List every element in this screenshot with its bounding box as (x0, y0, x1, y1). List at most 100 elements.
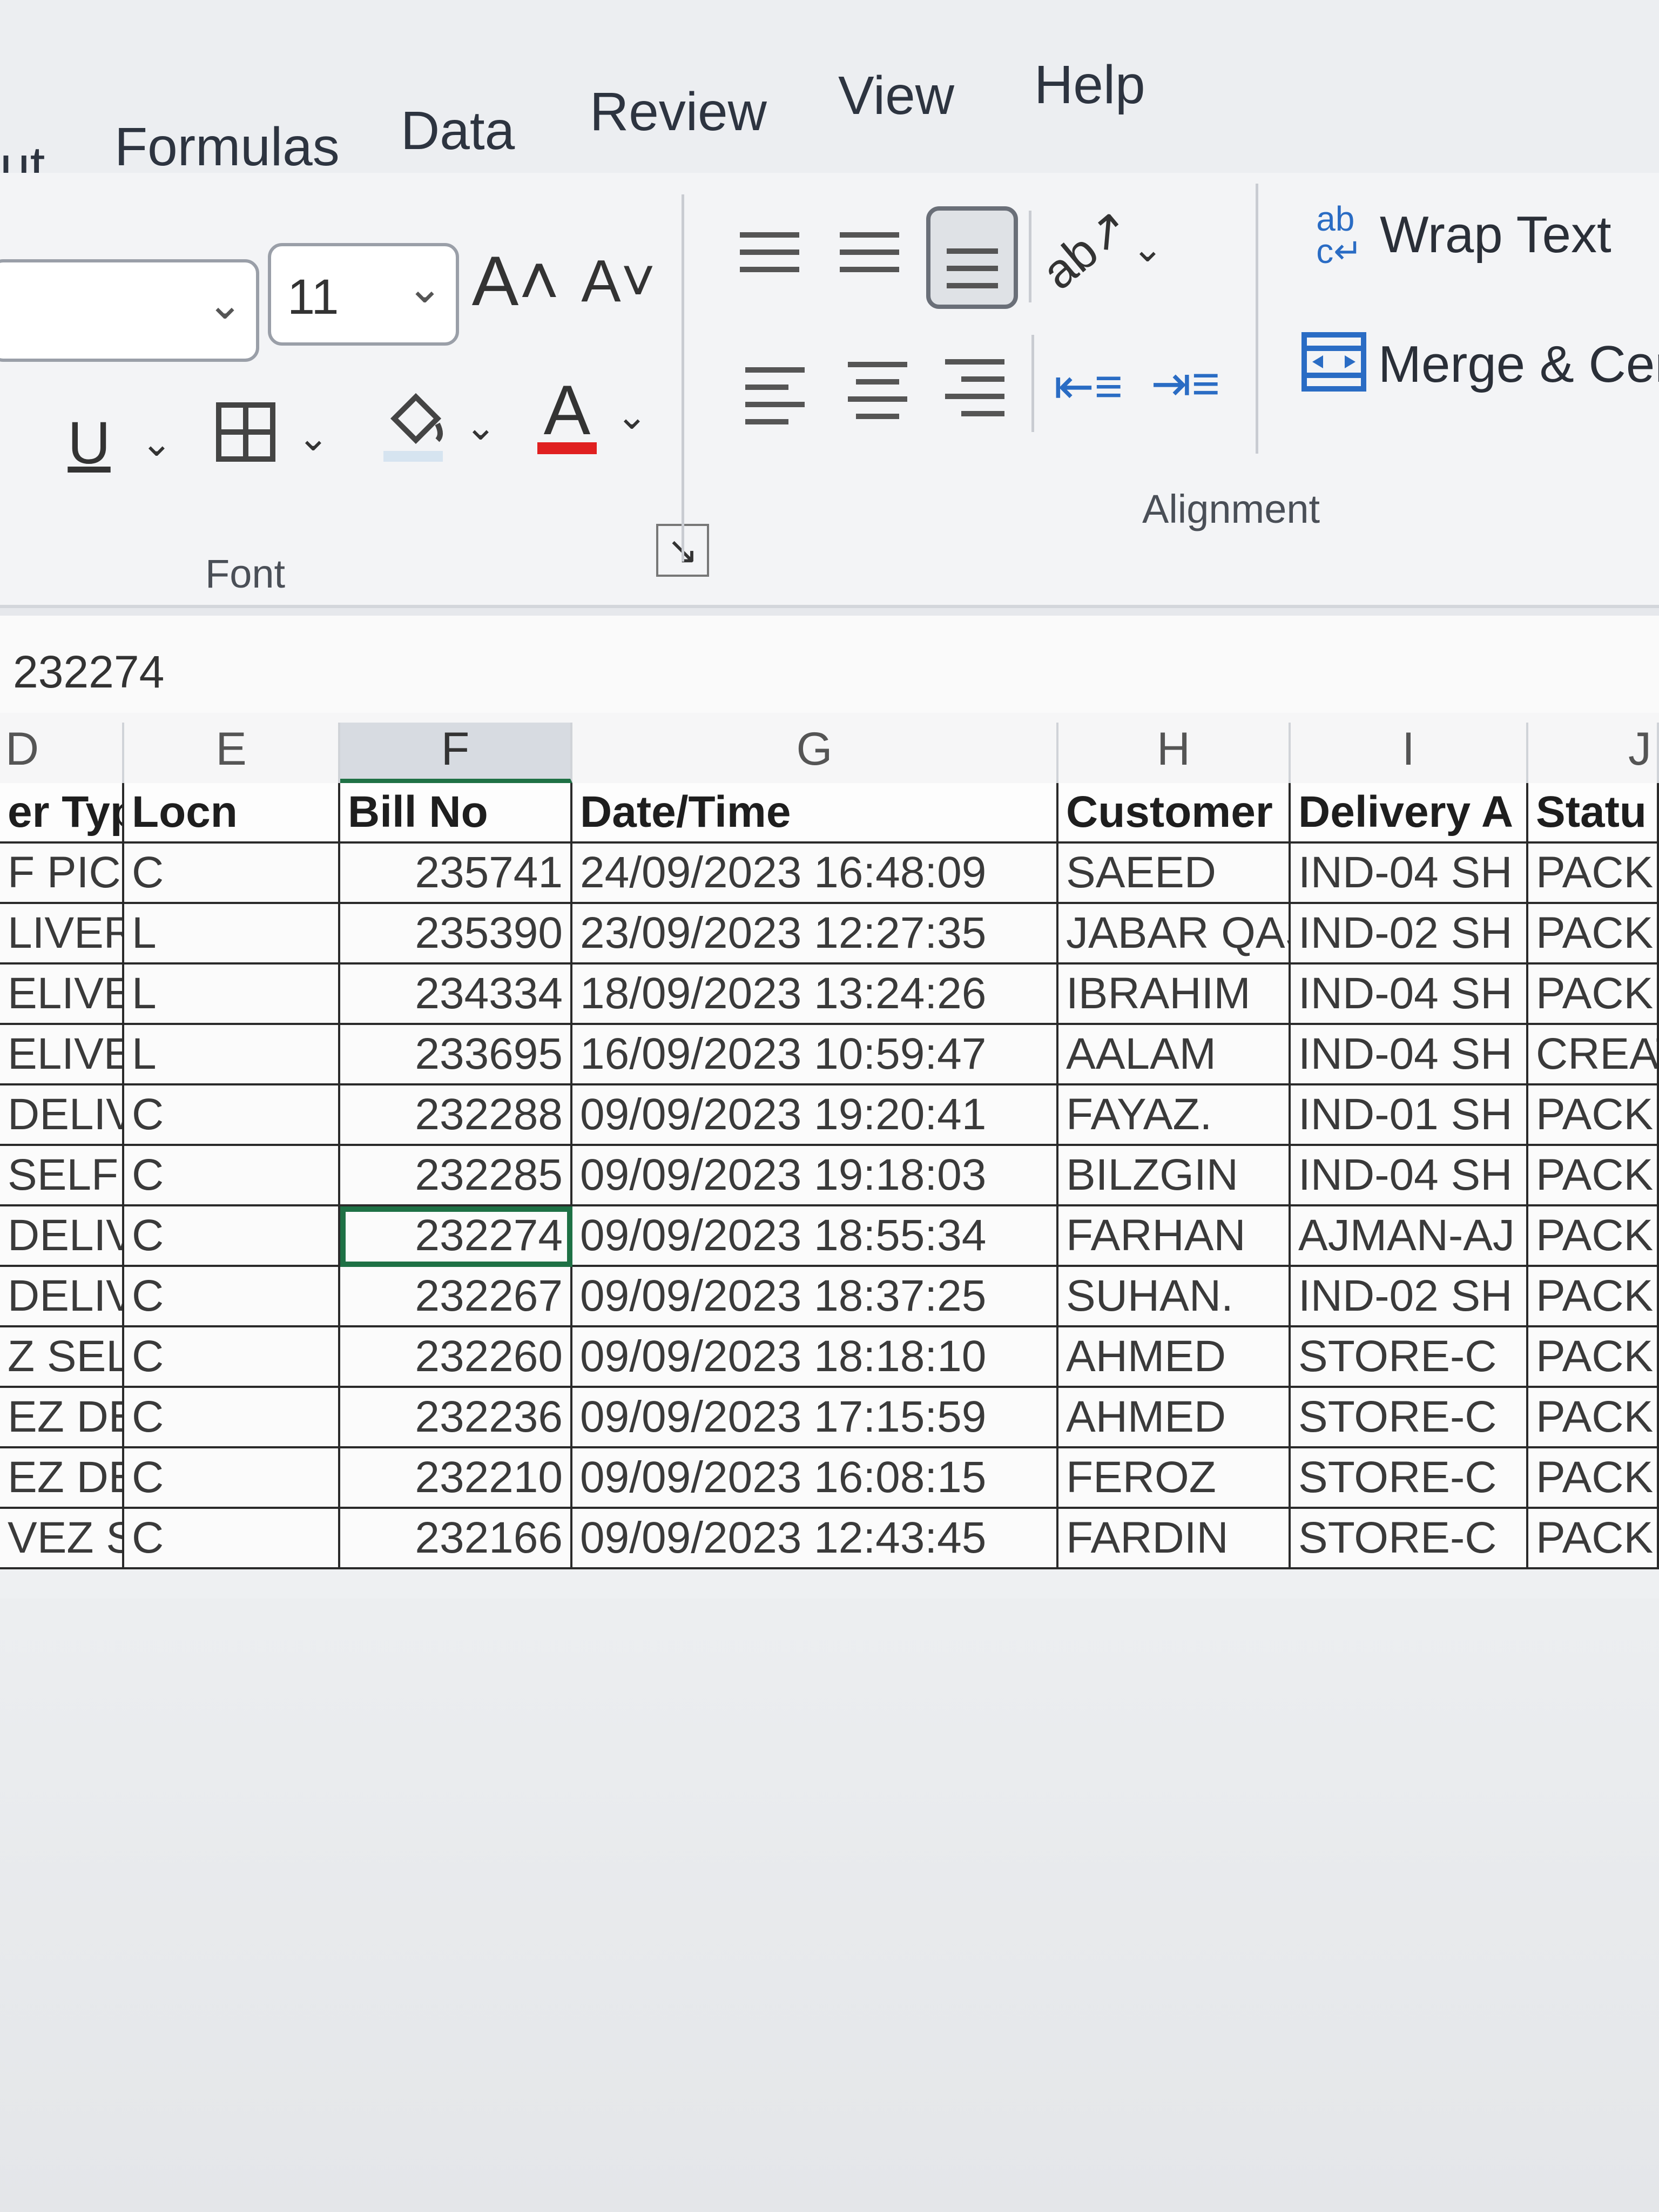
merge-center-button[interactable]: Merge & Cen (1378, 335, 1659, 394)
cell-status[interactable]: PACKED (1528, 1206, 1659, 1267)
cell-delivery-area[interactable]: IND-04 SH (1291, 1025, 1528, 1085)
underline-button[interactable]: U (59, 400, 119, 486)
cell-location[interactable]: C (124, 1327, 340, 1388)
cell-customer[interactable]: AHMED (1058, 1327, 1291, 1388)
column-header-h[interactable]: H (1058, 723, 1291, 783)
cell-delivery-area[interactable]: STORE-C (1291, 1509, 1528, 1569)
cell-status[interactable]: PACKED (1528, 1448, 1659, 1509)
align-bottom-button[interactable] (926, 206, 1018, 309)
wrap-text-button[interactable]: Wrap Text (1380, 205, 1611, 265)
align-right-button[interactable] (945, 359, 1004, 416)
cell-order-type[interactable]: EZ DELIVERY (0, 1388, 124, 1448)
tab-review[interactable]: Review (590, 81, 767, 143)
orientation-dropdown[interactable]: ⌄ (1126, 216, 1169, 281)
column-header-g[interactable]: G (572, 723, 1058, 783)
cell-order-type[interactable]: DELIVERY (0, 1206, 124, 1267)
cell-order-type[interactable]: Z SELF PICKU (0, 1327, 124, 1388)
font-size-combo[interactable]: 11 ⌄ (268, 243, 459, 346)
column-header-f[interactable]: F (340, 723, 572, 783)
cell-bill-no[interactable]: 232166 (340, 1509, 572, 1569)
borders-button[interactable] (208, 389, 284, 475)
cell-order-type[interactable]: VEZ SELF PICKU (0, 1509, 124, 1569)
fill-color-dropdown[interactable]: ⌄ (459, 389, 502, 464)
cell-status[interactable]: PACKI (1528, 844, 1659, 904)
column-header-i[interactable]: I (1291, 723, 1528, 783)
cell-date-time[interactable]: 18/09/2023 13:24:26 (572, 965, 1058, 1025)
cell-location[interactable]: C (124, 1267, 340, 1327)
cell-order-type[interactable]: DELIVERY (0, 1267, 124, 1327)
cell-status[interactable]: CREAT (1528, 1025, 1659, 1085)
active-cell[interactable]: 232274 (340, 1206, 572, 1267)
cell-date-time[interactable]: 09/09/2023 19:18:03 (572, 1146, 1058, 1206)
align-center-button[interactable] (848, 362, 907, 419)
cell-status[interactable]: PACKE (1528, 1085, 1659, 1146)
cell-date-time[interactable]: 09/09/2023 12:43:45 (572, 1509, 1058, 1569)
cell-bill-no[interactable]: 232285 (340, 1146, 572, 1206)
column-header-d[interactable]: D (0, 723, 124, 783)
cell-customer[interactable]: FAYAZ. (1058, 1085, 1291, 1146)
cell-status[interactable]: PACKED (1528, 1267, 1659, 1327)
cell-bill-no[interactable]: 232267 (340, 1267, 572, 1327)
cell-bill-no[interactable]: 235390 (340, 904, 572, 965)
cell-status[interactable]: PACKE (1528, 904, 1659, 965)
cell-bill-no[interactable]: 235741 (340, 844, 572, 904)
cell-delivery-area[interactable]: AJMAN-AJ (1291, 1206, 1528, 1267)
cell-customer[interactable]: SUHAN. (1058, 1267, 1291, 1327)
align-top-button[interactable] (740, 232, 799, 272)
cell-status[interactable]: PACKEI (1528, 1146, 1659, 1206)
column-header-j[interactable]: J (1528, 723, 1659, 783)
align-left-button[interactable] (745, 367, 805, 424)
increase-indent-button[interactable]: ⇥≡ (1150, 343, 1220, 424)
cell-status[interactable]: PACKE (1528, 965, 1659, 1025)
cell-bill-no[interactable]: 232210 (340, 1448, 572, 1509)
cell-location[interactable]: C (124, 1085, 340, 1146)
shrink-font-button[interactable]: A˅ (581, 238, 656, 324)
cell-location[interactable]: C (124, 1206, 340, 1267)
cell-order-type[interactable]: ELIVERY (0, 965, 124, 1025)
fill-color-button[interactable] (373, 378, 454, 475)
cell-delivery-area[interactable]: STORE-C (1291, 1448, 1528, 1509)
cell-date-time[interactable]: 09/09/2023 18:18:10 (572, 1327, 1058, 1388)
cell-date-time[interactable]: 09/09/2023 16:08:15 (572, 1448, 1058, 1509)
cell-status[interactable]: PACKED (1528, 1327, 1659, 1388)
column-header-e[interactable]: E (124, 723, 340, 783)
cell-order-type[interactable]: ELIVERY (0, 1025, 124, 1085)
cell-order-type[interactable]: DELIVERY (0, 1085, 124, 1146)
cell-date-time[interactable]: 09/09/2023 19:20:41 (572, 1085, 1058, 1146)
grow-font-button[interactable]: A˄ (472, 238, 560, 324)
cell-order-type[interactable]: LIVERY (0, 904, 124, 965)
cell-delivery-area[interactable]: STORE-C (1291, 1327, 1528, 1388)
cell-customer[interactable]: AALAM (1058, 1025, 1291, 1085)
cell-delivery-area[interactable]: IND-02 SH (1291, 904, 1528, 965)
header-customer[interactable]: Customer (1058, 783, 1291, 844)
cell-date-time[interactable]: 09/09/2023 17:15:59 (572, 1388, 1058, 1448)
cell-customer[interactable]: SAEED (1058, 844, 1291, 904)
tab-data[interactable]: Data (401, 100, 515, 162)
cell-location[interactable]: L (124, 1025, 340, 1085)
cell-customer[interactable]: IBRAHIM (1058, 965, 1291, 1025)
cell-date-time[interactable]: 24/09/2023 16:48:09 (572, 844, 1058, 904)
cell-location[interactable]: C (124, 1509, 340, 1569)
font-color-button[interactable]: A (532, 367, 602, 464)
tab-view[interactable]: View (838, 65, 954, 127)
cell-location[interactable]: L (124, 904, 340, 965)
cell-delivery-area[interactable]: IND-04 SH (1291, 965, 1528, 1025)
cell-bill-no[interactable]: 234334 (340, 965, 572, 1025)
cell-status[interactable]: PACKED (1528, 1509, 1659, 1569)
tab-formulas[interactable]: Formulas (114, 116, 340, 178)
cell-date-time[interactable]: 16/09/2023 10:59:47 (572, 1025, 1058, 1085)
cell-customer[interactable]: BILZGIN (1058, 1146, 1291, 1206)
cell-bill-no[interactable]: 232260 (340, 1327, 572, 1388)
cell-date-time[interactable]: 23/09/2023 12:27:35 (572, 904, 1058, 965)
cell-delivery-area[interactable]: STORE-C (1291, 1388, 1528, 1448)
cell-location[interactable]: C (124, 844, 340, 904)
cell-location[interactable]: C (124, 1146, 340, 1206)
cell-bill-no[interactable]: 232288 (340, 1085, 572, 1146)
cell-status[interactable]: PACKED (1528, 1388, 1659, 1448)
align-middle-button[interactable] (840, 232, 899, 272)
header-delivery-area[interactable]: Delivery A (1291, 783, 1528, 844)
header-status[interactable]: Statu (1528, 783, 1659, 844)
font-color-dropdown[interactable]: ⌄ (610, 378, 653, 454)
formula-bar[interactable]: 232274 (0, 616, 1659, 715)
cell-delivery-area[interactable]: IND-01 SH (1291, 1085, 1528, 1146)
